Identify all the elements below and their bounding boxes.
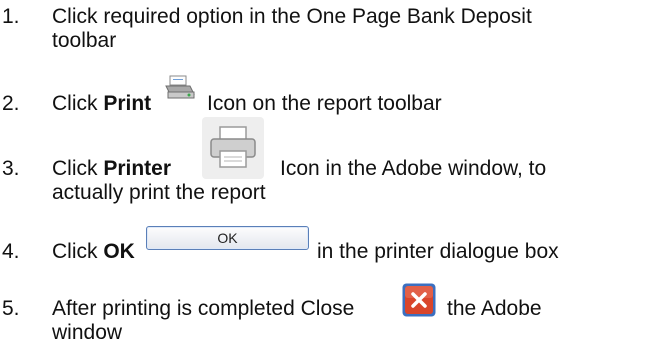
step-text-continued: window — [52, 321, 123, 344]
step-number: 2. — [2, 92, 20, 115]
ok-label: OK — [103, 240, 135, 263]
close-icon — [402, 283, 436, 317]
printer-icon — [202, 117, 264, 179]
step-suffix: Icon on the report toolbar — [207, 92, 442, 115]
ok-button[interactable]: OK — [146, 226, 309, 250]
step-text-continued: actually print the report — [52, 181, 266, 204]
print-report-icon — [164, 74, 198, 102]
step-text: Click required option in the One Page Ba… — [52, 5, 532, 28]
step-prefix: Click — [52, 92, 104, 115]
print-label: Print — [103, 92, 152, 115]
step-text-continued: toolbar — [52, 29, 117, 52]
step-prefix: Click — [52, 157, 104, 180]
step-number: 1. — [2, 5, 20, 28]
step-prefix: Click — [52, 240, 104, 263]
step-prefix: After printing is completed Close — [52, 297, 355, 320]
step-number: 3. — [2, 157, 20, 180]
step-suffix: Icon in the Adobe window, to — [280, 157, 547, 180]
step-suffix: the Adobe — [447, 297, 542, 320]
step-number: 4. — [2, 240, 20, 263]
step-number: 5. — [2, 297, 20, 320]
step-suffix: in the printer dialogue box — [317, 240, 559, 263]
printer-label: Printer — [103, 157, 172, 180]
